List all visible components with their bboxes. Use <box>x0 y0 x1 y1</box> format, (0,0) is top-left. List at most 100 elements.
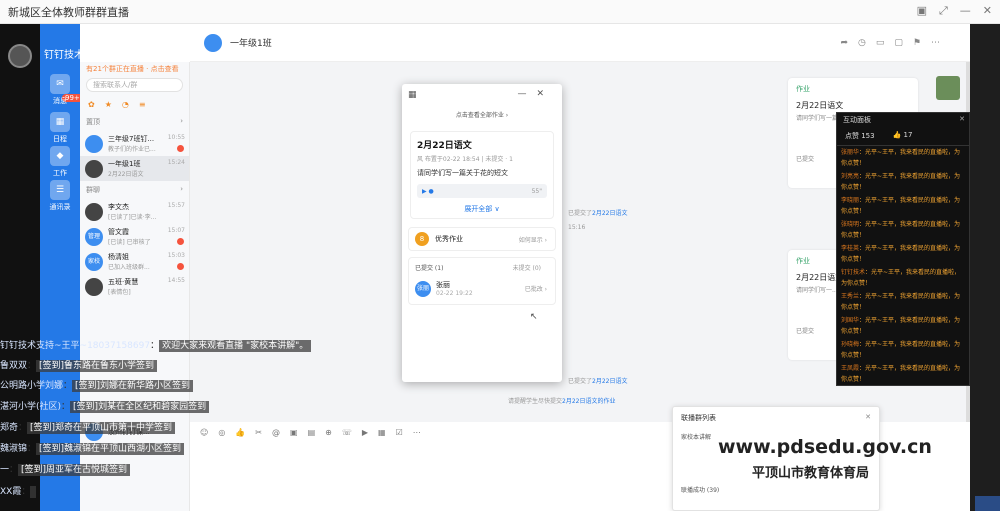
messages-icon[interactable]: ✉ <box>50 74 70 94</box>
more-icon[interactable]: ⋯ <box>413 428 421 437</box>
list-item[interactable]: 五班·黄慧 [表情包] 14:55 <box>80 274 189 299</box>
tab-submitted[interactable]: 已提交 (1) <box>415 263 443 272</box>
more-icon[interactable]: ⋯ <box>931 38 940 48</box>
flag-icon[interactable]: ⚑ <box>913 38 921 48</box>
presenter-avatar <box>8 44 32 68</box>
list-item-selected[interactable]: 一年级1班 2月22日语文 15:24 <box>80 156 189 181</box>
avatar: 管理 <box>85 227 103 246</box>
unread-dot <box>177 263 184 270</box>
homework-chip: 作业 <box>796 85 810 93</box>
homework-detail: 2月22日语文 风 布置于02-22 18:54 | 未提交 · 1 请同学们写… <box>410 131 554 219</box>
presenter-name-overlay: 钉钉技术支持~王平 - 18037158... <box>44 50 203 61</box>
watermark-org: 平顶山市教育体育局 <box>752 466 870 481</box>
unread-dot <box>177 145 184 152</box>
sidebar-item-work[interactable]: 工作 <box>44 168 76 178</box>
share-screen-icon[interactable]: ▣ <box>917 4 927 18</box>
live-comment: 刘亮亮：光平~王平，我来看民的直播啦，为你点赞！ <box>841 173 961 191</box>
app-icon[interactable]: ▢ <box>894 38 903 48</box>
mouse-cursor-icon: ↖ <box>530 312 538 322</box>
danmaku-message: 鲁双双： [签到]鲁东路在鲁东小学签到 <box>0 358 158 372</box>
at-icon[interactable]: @ <box>272 428 280 437</box>
close-icon[interactable]: ✕ <box>536 89 554 99</box>
danmaku-message: 钉钉技术支持~王平~18037158697： 欢迎大家来观看直播 "家校本讲解"。 <box>0 338 312 352</box>
scissors-icon[interactable]: ✂ <box>255 428 262 437</box>
list-item[interactable]: 家校 杨清姐 已加入班级群... 15:03 <box>80 249 189 274</box>
phone-icon[interactable]: ☏ <box>342 428 352 437</box>
search-input[interactable]: 搜索联系人/群 <box>86 78 183 92</box>
expand-button[interactable]: 展开全部 ∨ <box>417 204 547 214</box>
sidebar-item-messages[interactable]: 消息 <box>44 96 76 106</box>
presenter-camera <box>0 24 40 511</box>
close-icon[interactable]: ✕ <box>983 4 992 18</box>
homework-dialog: ▦ —✕ 点击查看全部作业 › 2月22日语文 风 布置于02-22 18:54… <box>402 84 562 382</box>
avatar <box>85 159 103 178</box>
system-time: 15:16 <box>568 224 586 231</box>
minimize-icon[interactable]: — <box>517 89 536 99</box>
audio-player[interactable]: ▶ ● 55" <box>417 184 547 198</box>
mention-icon[interactable]: ◎ <box>218 428 225 437</box>
play-icon: ▶ ● <box>422 187 434 195</box>
calendar-icon[interactable]: ▦ <box>50 112 70 132</box>
list-icon[interactable]: ≡ <box>139 100 146 109</box>
student-row[interactable]: 张丽 张丽 02-22 19:22 已批改 › <box>415 280 549 297</box>
group-name[interactable]: 一年级1班 <box>230 36 272 49</box>
thumb-icon[interactable]: 👍 <box>235 428 245 437</box>
avatar <box>85 134 103 153</box>
file-icon[interactable]: ▤ <box>308 428 316 437</box>
avatar <box>85 277 103 296</box>
sidebar-item-calendar[interactable]: 日程 <box>44 134 76 144</box>
close-icon[interactable]: ✕ <box>865 413 871 421</box>
add-icon[interactable]: ⊕ <box>325 428 332 437</box>
live-comment: 张丽华：光平~王平，我来看民的直播啦，为你点赞！ <box>841 149 961 167</box>
section-pinned: 置顶 › <box>86 117 183 126</box>
video-icon[interactable]: ▶ <box>362 428 368 437</box>
live-interaction-panel: 互动面板 ✕ 点赞 153 👍 17 张丽华：光平~王平，我来看民的直播啦，为你点赞… <box>836 112 970 386</box>
star-icon[interactable]: ★ <box>105 100 112 109</box>
share-icon[interactable]: ➦ <box>840 38 848 48</box>
tab-pending[interactable]: 未提交 (0) <box>513 263 541 272</box>
calendar-icon[interactable]: ▦ <box>378 428 386 437</box>
group-avatar <box>204 34 222 52</box>
work-icon[interactable]: ◆ <box>50 146 70 166</box>
danmaku-message: 郑奇： [签到]郑奇在平顶山市第十中学签到 <box>0 420 176 434</box>
window-title: 新城区全体教师群群直播 <box>8 5 129 19</box>
danmaku-message: XX霞： <box>0 484 37 498</box>
section-groups: 群聊 › <box>86 185 183 194</box>
live-comment: 张晓明：光平~王平，我来看民的直播啦，为你点赞！ <box>841 221 961 239</box>
contacts-icon[interactable]: ☰ <box>50 180 70 200</box>
chat-header: 一年级1班 ➦ ◷ ▭ ▢ ⚑ ⋯ <box>190 24 970 62</box>
broadcast-group-panel: 联播群列表 ✕ 家校本讲解 联播成功 (39) <box>672 406 880 511</box>
filter-icon[interactable]: ✿ <box>88 100 95 109</box>
list-item[interactable]: 李文杰 [已读了]已读·李... 15:57 <box>80 199 189 224</box>
danmaku-message: 公明路小学刘娜： [签到]刘娜在新华路小区签到 <box>0 378 194 392</box>
close-icon[interactable]: ✕ <box>959 115 965 123</box>
folder-icon[interactable]: ▭ <box>876 38 885 48</box>
unread-dot <box>177 238 184 245</box>
live-comment: 王凤霞：光平~王平，我来看民的直播啦，为你点赞！ <box>841 365 961 383</box>
history-icon[interactable]: ◔ <box>122 100 129 109</box>
likes-count: 点赞 153 <box>845 132 875 140</box>
live-comment: 刘国华：光平~王平，我来看民的直播啦，为你点赞！ <box>841 317 961 335</box>
medal-icon: 8 <box>415 232 429 246</box>
live-warning[interactable]: 有21个群正在直播 · 点击查看 <box>80 62 189 74</box>
danmaku-message: 湛河小学(社区)： [签到]刘某在全区纪和碧家园签到 <box>0 399 210 413</box>
minimize-icon[interactable]: — <box>960 4 971 18</box>
danmaku-message: 一： [签到]周亚军在古悦城签到 <box>0 462 131 476</box>
task-icon[interactable]: ☑ <box>396 428 403 437</box>
expand-icon[interactable]: ⤢ <box>939 4 948 18</box>
excellent-homework[interactable]: 8 优秀作业 如何显示 › <box>408 227 556 251</box>
window-titlebar: 新城区全体教师群群直播 ▣ ⤢ — ✕ <box>0 0 1000 24</box>
emoji-icon[interactable]: ☺ <box>200 428 208 437</box>
list-item[interactable]: 三年级7班钉... 教子们的作业已... 10:55 <box>80 131 189 156</box>
input-toolbar: ☺ ◎ 👍 ✂ @ ▣ ▤ ⊕ ☏ ▶ ▦ ☑ ⋯ <box>190 422 690 442</box>
view-all-link[interactable]: 点击查看全部作业 › <box>402 110 562 119</box>
list-item[interactable]: 管理 管文霞 [已读] 已审核了 15:07 <box>80 224 189 249</box>
image-icon[interactable]: ▣ <box>290 428 298 437</box>
corner-logo <box>975 496 1000 511</box>
clock-icon[interactable]: ◷ <box>858 38 866 48</box>
live-comment: 王秀兰：光平~王平，我来看民的直播啦，为你点赞！ <box>841 293 961 311</box>
live-comment: 钉钉技术：光平~王平，我来看民的直播啦，为你点赞！ <box>841 269 961 287</box>
live-comment: 孙晓梅：光平~王平，我来看民的直播啦，为你点赞！ <box>841 341 961 359</box>
sidebar-item-contacts[interactable]: 通讯录 <box>44 202 76 212</box>
watermark-url: www.pdsedu.gov.cn <box>718 436 932 458</box>
